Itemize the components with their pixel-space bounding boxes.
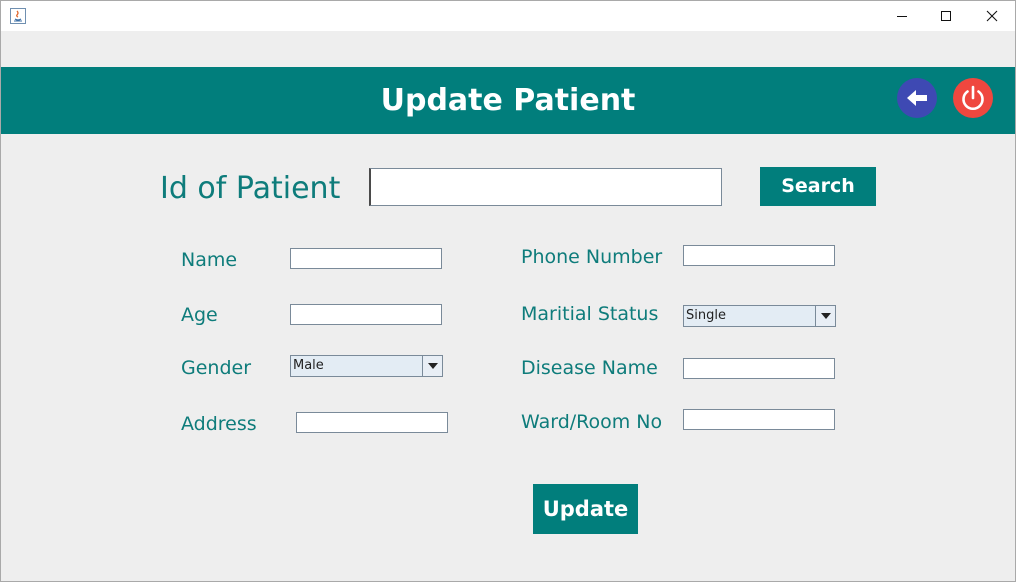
phone-number-input[interactable] xyxy=(683,245,835,266)
disease-name-label: Disease Name xyxy=(521,357,658,379)
patient-id-label: Id of Patient xyxy=(160,171,341,206)
marital-status-select[interactable]: Single xyxy=(683,305,836,327)
title-bar xyxy=(1,1,1015,31)
maximize-icon xyxy=(941,11,951,21)
address-label: Address xyxy=(181,413,257,435)
name-input[interactable] xyxy=(290,248,442,269)
arrow-left-icon xyxy=(907,90,927,106)
gender-selected-value: Male xyxy=(293,358,324,373)
ward-room-input[interactable] xyxy=(683,409,835,430)
minimize-icon xyxy=(897,16,907,17)
ward-room-label: Ward/Room No xyxy=(521,411,663,433)
marital-status-selected-value: Single xyxy=(686,308,726,323)
back-button[interactable] xyxy=(897,78,937,118)
update-button[interactable]: Update xyxy=(533,484,638,534)
chevron-down-icon xyxy=(428,363,438,369)
gender-select[interactable]: Male xyxy=(290,355,443,377)
java-app-icon xyxy=(10,7,26,25)
disease-name-input[interactable] xyxy=(683,358,835,379)
marital-status-dropdown-button[interactable] xyxy=(815,306,835,326)
close-button[interactable] xyxy=(969,1,1015,31)
marital-status-label: Maritial Status xyxy=(521,303,659,325)
power-button[interactable] xyxy=(953,78,993,118)
chevron-down-icon xyxy=(821,313,831,319)
patient-id-input[interactable] xyxy=(369,168,722,206)
gender-dropdown-button[interactable] xyxy=(422,356,442,376)
name-label: Name xyxy=(181,249,238,271)
close-icon xyxy=(986,10,998,22)
search-button[interactable]: Search xyxy=(760,167,876,206)
address-input[interactable] xyxy=(296,412,448,433)
gender-label: Gender xyxy=(181,357,252,379)
age-input[interactable] xyxy=(290,304,442,325)
page-title: Update Patient xyxy=(380,83,636,118)
minimize-button[interactable] xyxy=(879,1,925,31)
phone-number-label: Phone Number xyxy=(521,246,663,268)
power-icon xyxy=(962,85,984,110)
age-label: Age xyxy=(181,304,218,326)
maximize-button[interactable] xyxy=(923,1,969,31)
